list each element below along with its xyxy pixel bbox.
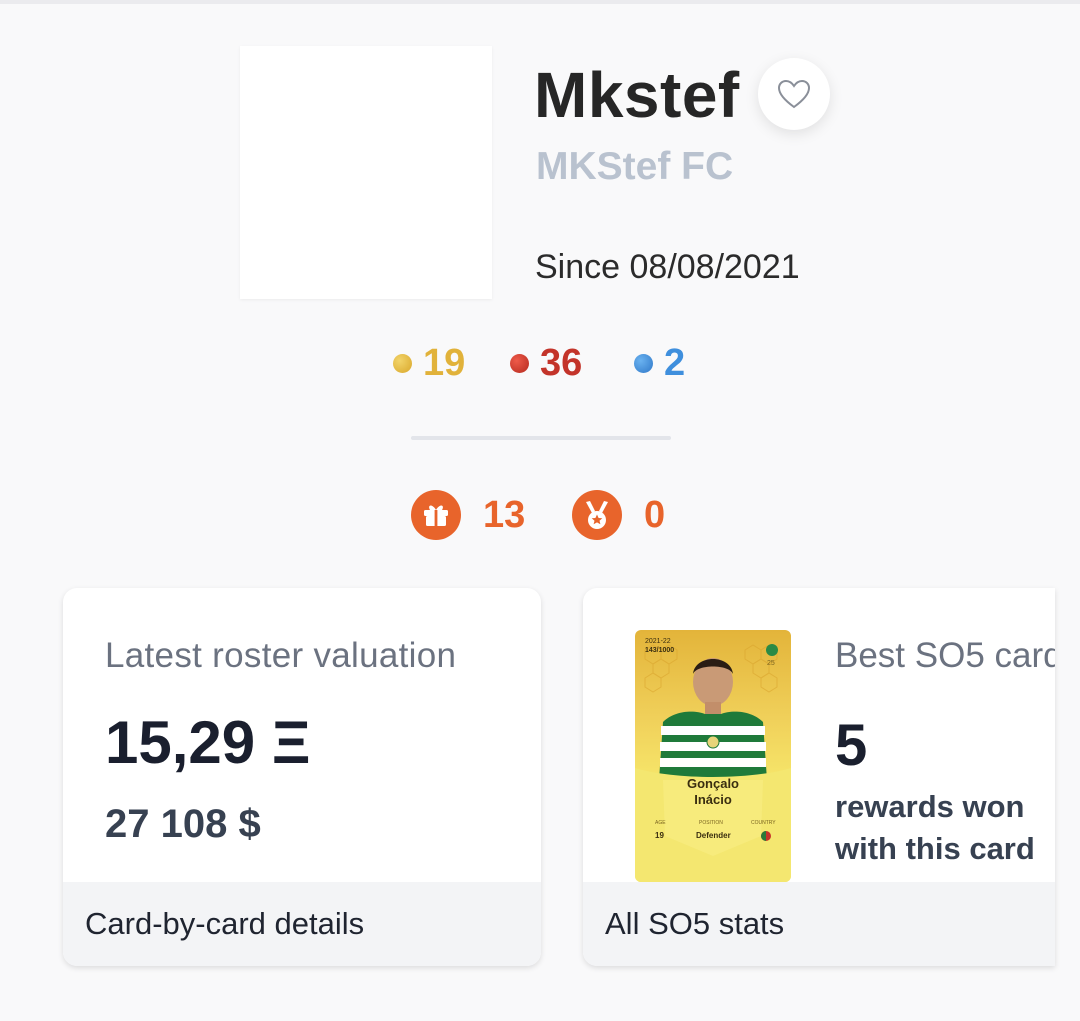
club-name: MKStef FC <box>536 145 734 188</box>
player-card-jersey: 25 <box>767 660 775 667</box>
all-so5-stats-link[interactable]: All SO5 stats <box>583 882 1055 966</box>
roster-valuation-usd: 27 108 $ <box>105 802 261 846</box>
player-country-label: COUNTRY <box>751 820 776 826</box>
player-position-label: POSITION <box>699 820 723 826</box>
member-since: Since 08/08/2021 <box>535 248 800 286</box>
player-last-name: Inácio <box>694 792 732 807</box>
club-avatar <box>240 46 492 299</box>
best-so5-card[interactable]: 2021-22 143/1000 25 Gonçalo Inácio AGE P… <box>583 588 1055 966</box>
medals-stat: 0 <box>572 490 665 540</box>
gifts-count: 13 <box>483 494 526 536</box>
rare-count-value: 36 <box>540 342 583 384</box>
rewards-won-count: 5 <box>835 713 868 778</box>
player-position: Defender <box>696 831 731 840</box>
roster-valuation-eth: 15,29 Ξ <box>105 709 311 776</box>
manager-username: Mkstef <box>534 59 740 131</box>
top-bar <box>0 0 1080 4</box>
rare-dot-icon <box>510 354 529 373</box>
limited-count-value: 19 <box>423 342 466 384</box>
medals-count: 0 <box>644 494 666 536</box>
player-first-name: Gonçalo <box>686 776 739 791</box>
limited-count: 19 <box>393 342 465 385</box>
best-so5-card-title: Best SO5 card <box>835 636 1055 675</box>
rare-count: 36 <box>510 342 582 385</box>
rewards-won-label: rewards won with this card <box>835 789 1035 866</box>
player-card-serial: 143/1000 <box>645 647 675 654</box>
player-age-label: AGE <box>655 820 666 826</box>
player-card-image[interactable]: 2021-22 143/1000 25 Gonçalo Inácio AGE P… <box>635 630 791 882</box>
gift-icon <box>411 490 461 540</box>
heart-outline-icon <box>777 79 811 109</box>
gifts-stat: 13 <box>411 490 525 540</box>
card-by-card-details-link[interactable]: Card-by-card details <box>63 882 541 966</box>
roster-valuation-title: Latest roster valuation <box>105 636 457 675</box>
limited-dot-icon <box>393 354 412 373</box>
super-rare-dot-icon <box>634 354 653 373</box>
favorite-button[interactable] <box>758 58 830 130</box>
super-rare-count-value: 2 <box>664 342 686 384</box>
roster-valuation-card[interactable]: Latest roster valuation 15,29 Ξ 27 108 $… <box>63 588 541 966</box>
divider <box>411 436 671 440</box>
player-card-season: 2021-22 <box>645 638 671 645</box>
super-rare-count: 2 <box>634 342 685 385</box>
medal-icon <box>572 490 622 540</box>
player-age: 19 <box>655 831 664 840</box>
